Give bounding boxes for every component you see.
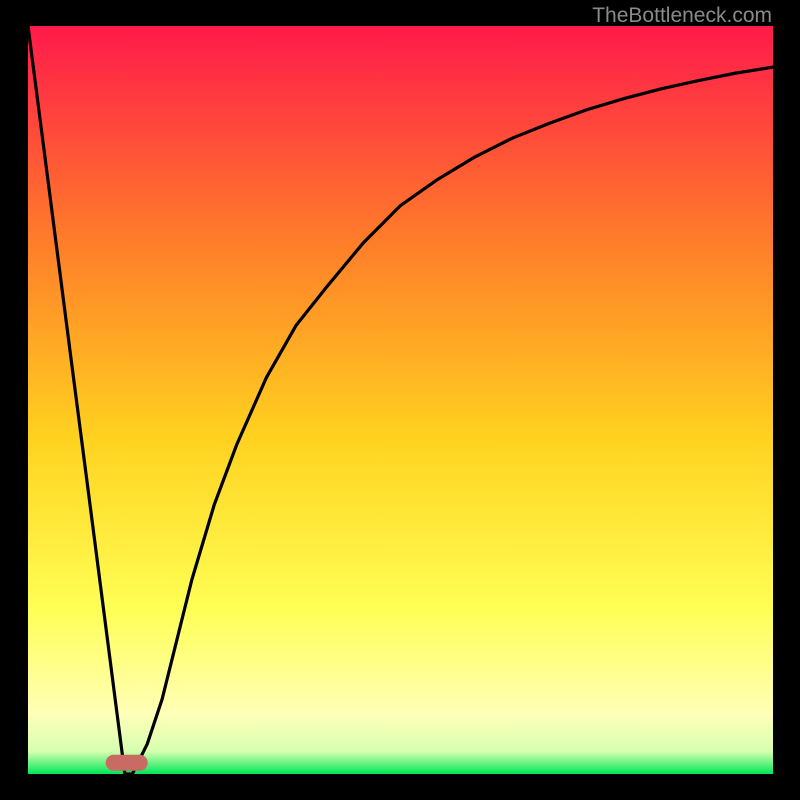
- gradient-background: [28, 26, 773, 774]
- chart-svg: [28, 26, 773, 774]
- watermark-text: TheBottleneck.com: [592, 4, 772, 28]
- plot-area: [28, 26, 773, 774]
- chart-frame: TheBottleneck.com: [0, 0, 800, 800]
- optimal-point-marker: [106, 755, 148, 771]
